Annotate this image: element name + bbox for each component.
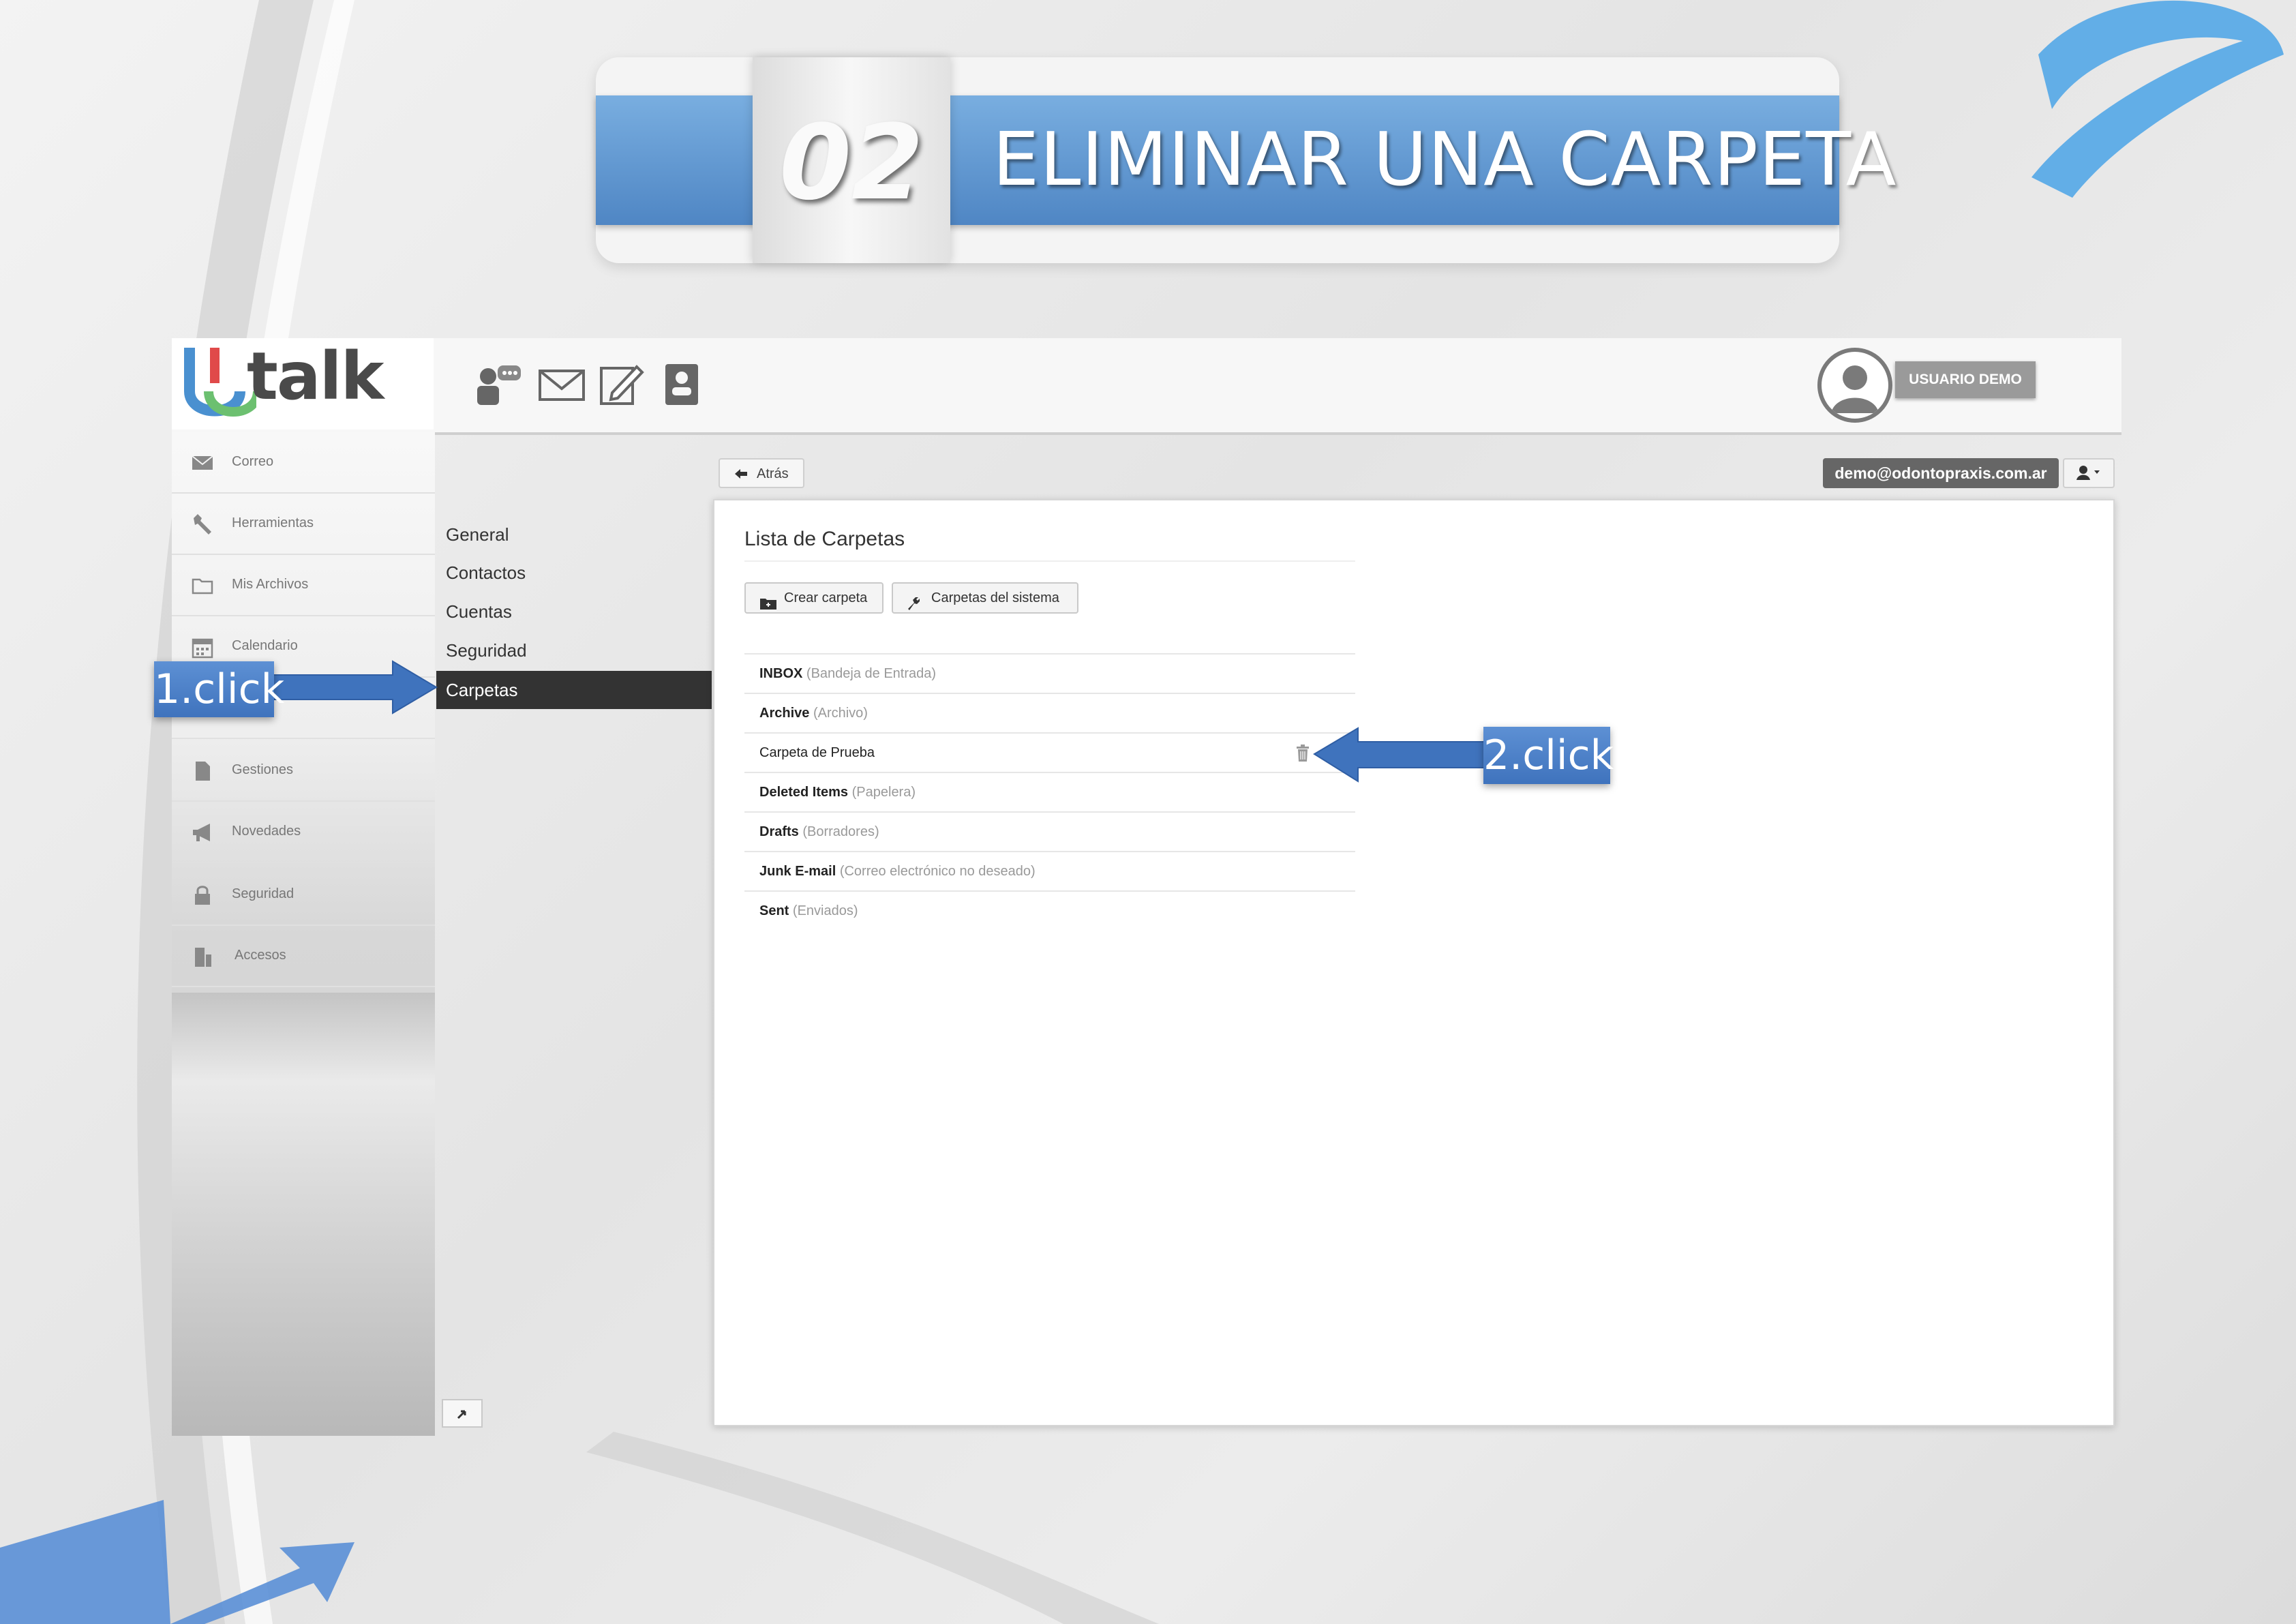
compose-edit-icon[interactable]	[596, 361, 648, 408]
folder-row[interactable]: INBOX (Bandeja de Entrada)	[744, 653, 1355, 693]
logo-text: talk	[247, 338, 384, 415]
folder-row[interactable]: Drafts (Borradores)	[744, 811, 1355, 851]
folder-description: (Archivo)	[813, 706, 868, 721]
sidebar-item-mis-archivos[interactable]: Mis Archivos	[172, 555, 435, 616]
sidebar-item-novedades[interactable]: Novedades	[172, 802, 435, 863]
panel-title: Lista de Carpetas	[744, 528, 905, 550]
folder-name: Archive	[759, 706, 810, 721]
step-number: 02	[779, 102, 924, 223]
sidebar-item-label: Correo	[232, 454, 274, 469]
divider	[744, 560, 1355, 562]
banner-title: ELIMINAR UNA CARPETA	[993, 117, 1897, 202]
settings-nav-cuentas[interactable]: Cuentas	[436, 592, 712, 631]
sidebar-item-seguridad[interactable]: Seguridad	[172, 864, 435, 926]
sidebar-item-correo[interactable]: Correo	[172, 432, 435, 494]
folder-description: (Papelera)	[851, 785, 916, 800]
folder-name: Sent	[759, 903, 789, 918]
folder-name: Deleted Items	[759, 785, 849, 800]
back-button[interactable]: Atrás	[719, 458, 804, 488]
sidebar-lower-area	[172, 993, 435, 1436]
system-folders-button[interactable]: Carpetas del sistema	[892, 582, 1078, 614]
user-silhouette-icon	[1831, 365, 1879, 413]
mail-icon	[192, 455, 213, 470]
settings-nav-general[interactable]: General	[436, 515, 712, 554]
folder-row[interactable]: Archive (Archivo)	[744, 693, 1355, 732]
folder-row[interactable]: Carpeta de Prueba	[744, 732, 1355, 772]
folder-description: (Borradores)	[802, 824, 879, 839]
sidebar-item-label: Gestiones	[232, 762, 294, 777]
sidebar-item-gestiones[interactable]: Gestiones	[172, 740, 435, 802]
sidebar-item-label: Mis Archivos	[232, 577, 309, 592]
wrench-icon	[194, 514, 211, 535]
trash-icon[interactable]	[1295, 745, 1310, 762]
contacts-chat-icon[interactable]	[474, 361, 526, 408]
sidebar-item-label: Seguridad	[232, 886, 294, 901]
folder-description: (Enviados)	[792, 903, 858, 918]
folder-name: INBOX	[759, 666, 803, 681]
step1-callout: 1.click	[154, 661, 284, 717]
folder-name: Carpeta de Prueba	[759, 745, 875, 760]
folder-name: Junk E-mail	[759, 864, 836, 879]
user-name-badge[interactable]: USUARIO DEMO	[1895, 361, 2036, 398]
logo-mark-icon	[184, 348, 256, 417]
create-folder-label: Crear carpeta	[784, 590, 868, 605]
door-icon	[195, 948, 211, 967]
account-email: demo@odontopraxis.com.ar	[1823, 458, 2059, 488]
sidebar-item-label: Herramientas	[232, 515, 314, 530]
system-folders-label: Carpetas del sistema	[931, 590, 1059, 605]
folder-icon	[192, 578, 213, 595]
folder-plus-icon	[760, 599, 776, 610]
user-menu-dropdown[interactable]	[2063, 458, 2115, 488]
mail-envelope-icon[interactable]	[536, 361, 588, 408]
address-book-icon[interactable]	[656, 361, 708, 408]
folder-row[interactable]: Sent (Enviados)	[744, 890, 1355, 930]
folder-description: (Bandeja de Entrada)	[806, 666, 937, 681]
folder-name: Drafts	[759, 824, 799, 839]
sidebar-item-accesos[interactable]: Accesos	[172, 926, 435, 987]
megaphone-icon	[193, 824, 210, 841]
settings-nav-carpetas[interactable]: Carpetas	[436, 671, 712, 709]
calendar-icon	[192, 638, 213, 659]
collapse-arrows-icon	[457, 1410, 466, 1419]
wrench-icon	[908, 597, 920, 610]
sidebar-item-label: Novedades	[232, 824, 301, 839]
collapse-sidebar-button[interactable]	[442, 1399, 483, 1428]
document-icon	[196, 762, 210, 781]
create-folder-button[interactable]: Crear carpeta	[744, 582, 883, 614]
step2-callout: 2.click	[1483, 727, 1614, 784]
back-button-label: Atrás	[757, 466, 789, 481]
folder-row[interactable]: Junk E-mail (Correo electrónico no desea…	[744, 851, 1355, 890]
sidebar-item-label: Accesos	[235, 948, 286, 963]
user-dropdown-icon	[2076, 466, 2100, 480]
folder-description: (Correo electrónico no deseado)	[839, 864, 1036, 879]
lock-icon	[195, 886, 210, 905]
folder-row[interactable]: Deleted Items (Papelera)	[744, 772, 1355, 811]
folders-panel	[713, 499, 2115, 1426]
arrow-left-icon	[735, 469, 747, 479]
settings-nav-seguridad[interactable]: Seguridad	[436, 631, 712, 670]
settings-nav-contactos[interactable]: Contactos	[436, 554, 712, 592]
user-avatar[interactable]	[1817, 348, 1892, 423]
sidebar-item-label: Calendario	[232, 638, 298, 653]
sidebar-item-herramientas[interactable]: Herramientas	[172, 494, 435, 555]
